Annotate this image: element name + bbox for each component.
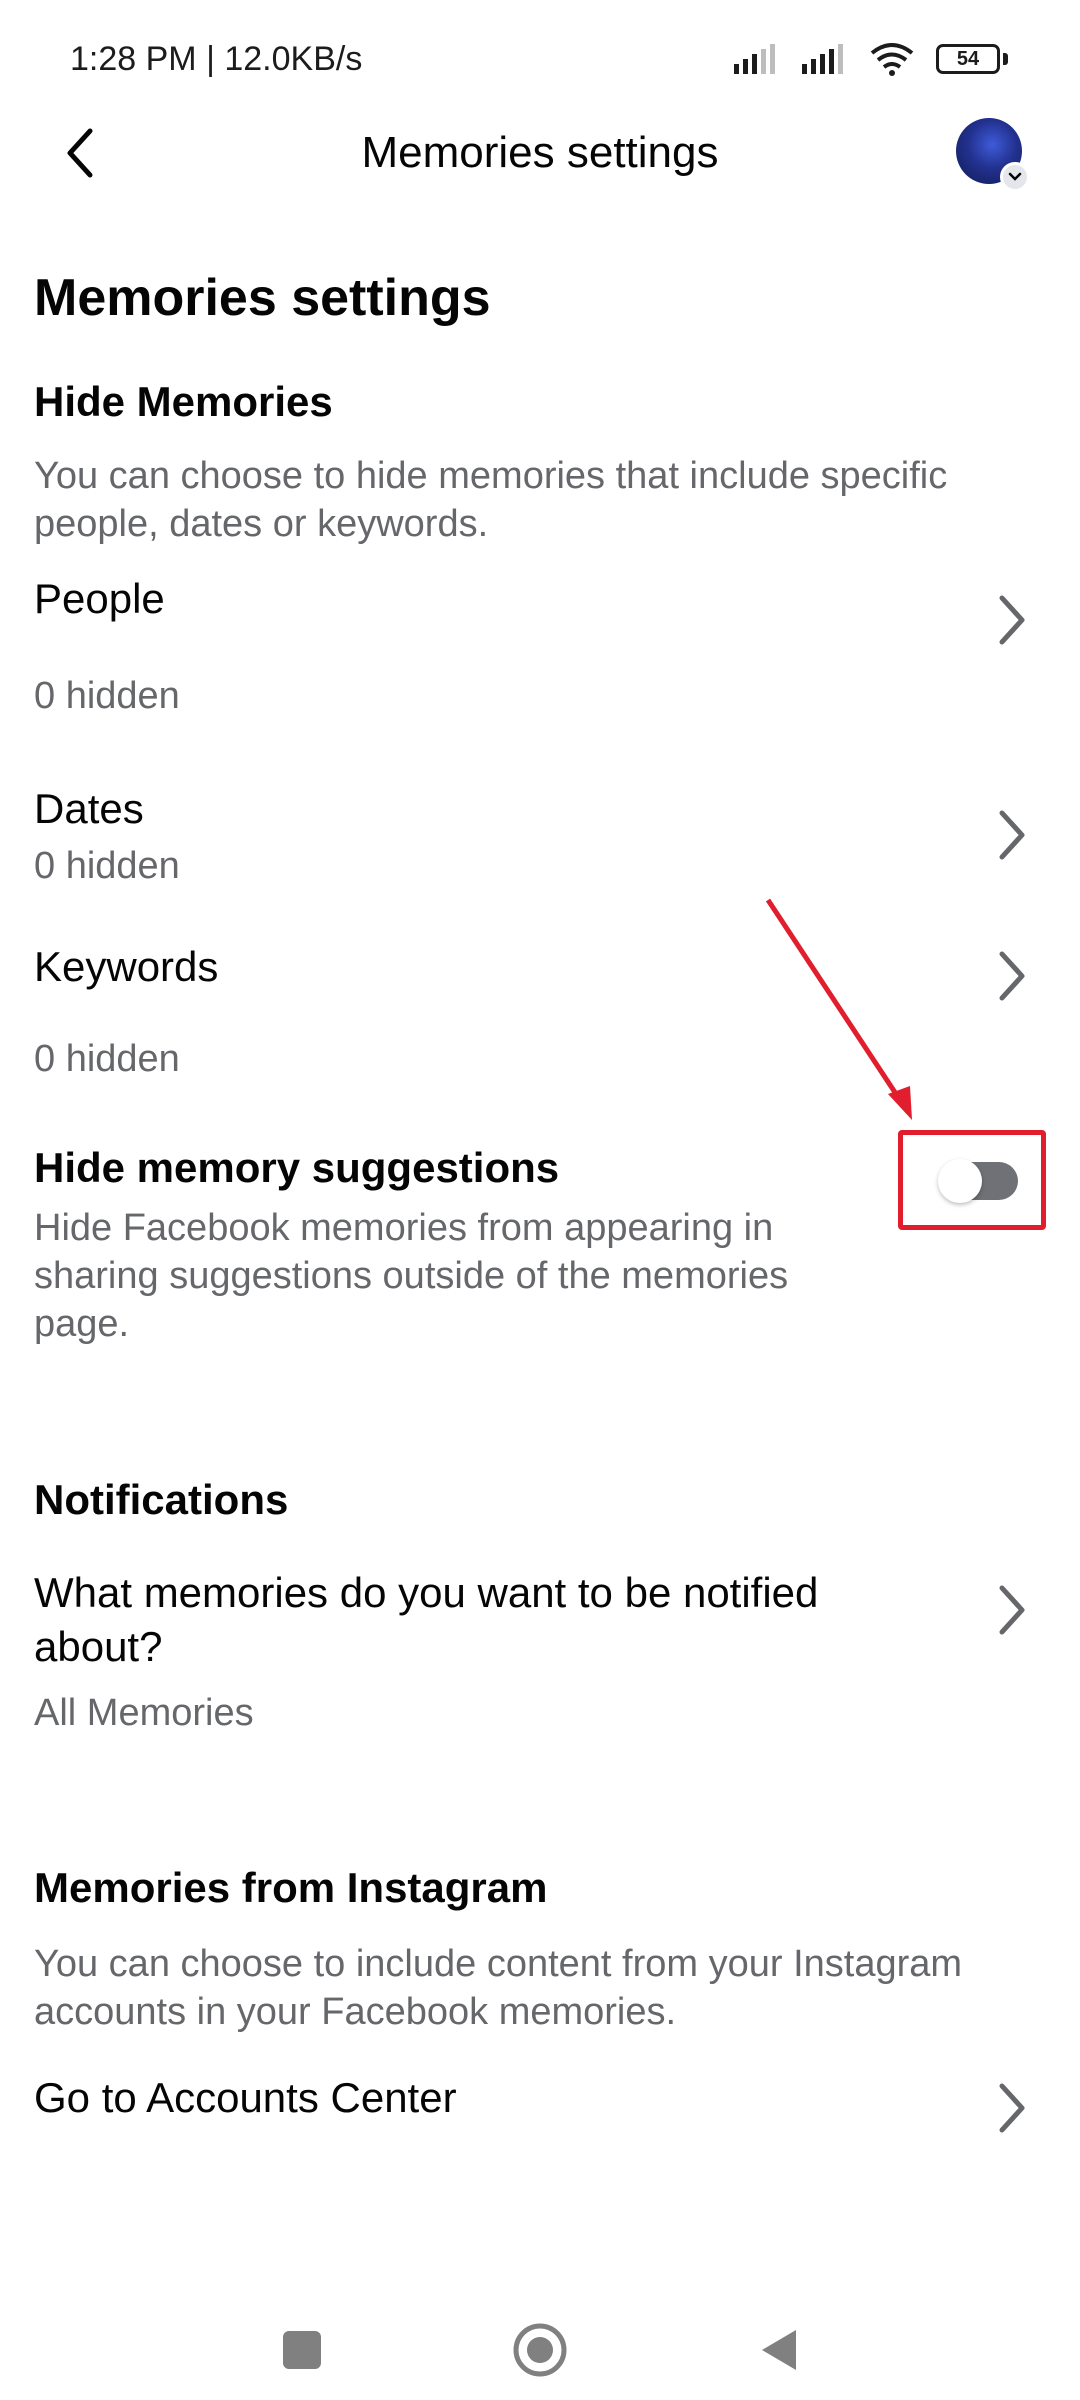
battery-icon: 54 [936,42,1008,76]
status-bar: 1:28 PM | 12.0KB/s 54 [0,0,1080,118]
header-title: Memories settings [361,128,719,177]
home-circle-icon [513,2323,567,2377]
dates-hidden-count: 0 hidden [34,845,180,887]
hide-memories-title: Hide Memories [34,378,333,425]
keywords-label: Keywords [34,943,219,990]
battery-level: 54 [956,48,980,70]
chevron-right-icon [999,2083,1025,2133]
accounts-center-row[interactable]: Go to Accounts Center [0,2068,1080,2148]
chevron-right-icon [999,810,1025,860]
nav-header: Memories settings [0,118,1080,268]
dates-label: Dates [34,785,144,832]
notifications-title: Notifications [34,1476,289,1523]
square-icon [283,2331,321,2369]
page-title: Memories settings [34,269,491,327]
keywords-hidden-count: 0 hidden [34,1038,180,1080]
hide-suggestions-label: Hide memory suggestions [34,1144,560,1191]
instagram-title: Memories from Instagram [34,1864,548,1911]
screen: 1:28 PM | 12.0KB/s 54 Memories settings … [0,0,1080,2400]
hide-suggestions-description: Hide Facebook memories from appearing in… [34,1207,789,1345]
system-back-button[interactable] [748,2320,808,2380]
notification-question: What memories do you want to be notified… [34,1569,819,1670]
notification-preference-row[interactable]: What memories do you want to be notified… [0,1566,1080,1746]
annotation-arrow-icon [765,898,912,1120]
chevron-right-icon [999,1585,1025,1635]
system-navigation-bar [0,2280,1080,2400]
notification-value: All Memories [34,1692,254,1734]
signal-icon [734,44,775,74]
hide-suggestions-toggle[interactable] [938,1159,1018,1203]
wifi-icon [870,43,914,76]
profile-avatar[interactable] [956,118,1030,192]
people-label: People [34,575,165,622]
status-icons: 54 [734,42,1008,76]
instagram-description: You can choose to include content from y… [34,1943,963,2033]
people-row[interactable]: People 0 hidden [0,570,1080,740]
status-time: 1:28 PM | 12.0KB/s [70,40,363,78]
toggle-thumb [938,1159,982,1203]
chevron-right-icon [999,951,1025,1001]
triangle-back-icon [762,2330,796,2370]
people-hidden-count: 0 hidden [34,675,180,717]
chevron-down-icon [1000,162,1030,192]
accounts-center-link: Go to Accounts Center [34,2074,457,2121]
hide-memories-description: You can choose to hide memories that inc… [34,455,948,545]
home-button[interactable] [510,2320,570,2380]
signal-icon-2 [802,44,843,74]
recents-button[interactable] [272,2320,332,2380]
chevron-right-icon [999,595,1025,645]
